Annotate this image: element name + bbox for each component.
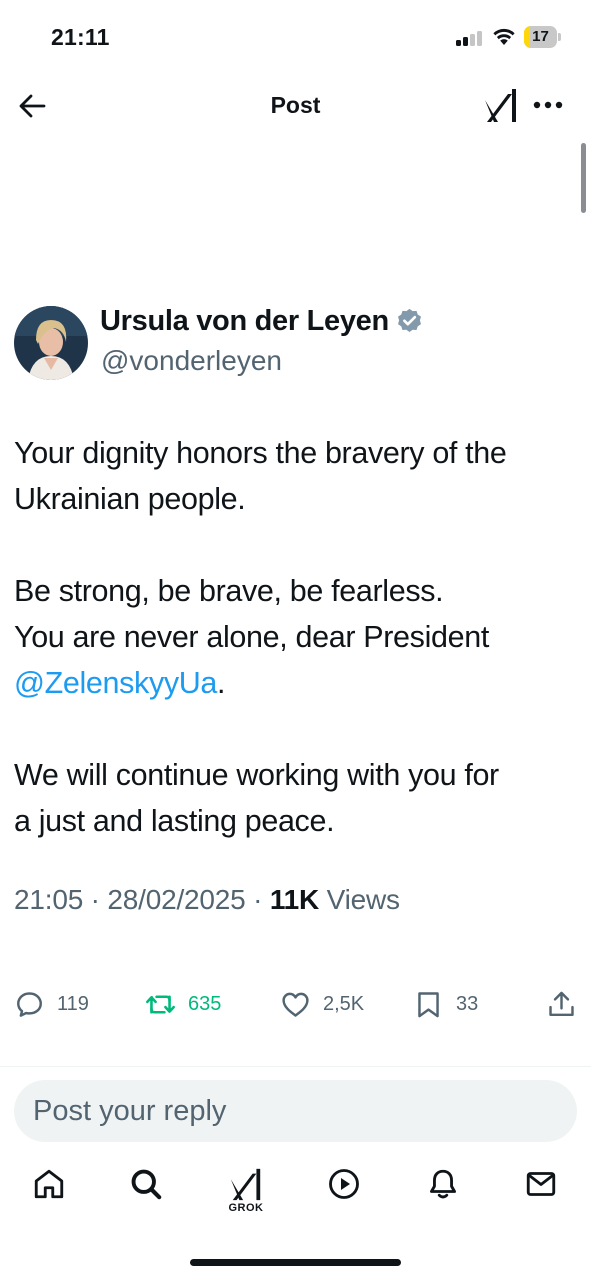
battery-icon: 17: [524, 26, 561, 48]
views-label: Views: [326, 884, 400, 915]
heart-icon: [282, 992, 309, 1017]
avatar[interactable]: [14, 306, 88, 380]
repost-icon: [146, 994, 175, 1014]
play-circle-icon: [329, 1169, 359, 1199]
post-date: 28/02/2025: [107, 884, 246, 915]
like-button[interactable]: 2,5K: [280, 980, 364, 1028]
meta-separator: ·: [253, 884, 263, 915]
post-text-line: Ukrainian people.: [14, 482, 246, 516]
post-text-line: You are never alone, dear President: [14, 620, 489, 654]
bookmark-count: 33: [456, 992, 479, 1015]
tab-notifications[interactable]: [419, 1166, 467, 1222]
bookmark-button[interactable]: 33: [413, 980, 478, 1028]
reply-icon: [17, 991, 42, 1017]
mention-link[interactable]: @ZelenskyyUa: [14, 666, 217, 700]
post-text-line: We will continue working with you for: [14, 758, 499, 792]
home-indicator[interactable]: [190, 1259, 401, 1266]
post-text: Your dignity honors the bravery of the U…: [14, 430, 584, 844]
status-bar: 21:11 17: [0, 0, 591, 72]
home-icon: [34, 1169, 64, 1199]
author-name[interactable]: Ursula von der Leyen: [100, 305, 424, 338]
post-time: 21:05: [14, 884, 84, 915]
reply-input[interactable]: Post your reply: [14, 1080, 577, 1142]
scroll-indicator[interactable]: [581, 143, 586, 213]
more-button[interactable]: [531, 90, 565, 120]
reply-placeholder: Post your reply: [33, 1095, 227, 1127]
verified-badge-icon: [397, 308, 421, 333]
post-text-line: Be strong, be brave, be fearless.: [14, 574, 444, 608]
search-icon: [131, 1169, 162, 1200]
grok-icon: [485, 89, 516, 122]
bell-icon: [430, 1169, 456, 1199]
signal-icon: [456, 30, 484, 46]
wifi-icon: [493, 28, 515, 45]
post-text-line: @ZelenskyyUa.: [14, 660, 584, 706]
meta-separator: ·: [90, 884, 100, 915]
divider: [0, 1066, 591, 1067]
reply-count: 119: [57, 992, 89, 1015]
bookmark-icon: [418, 991, 439, 1017]
tab-video[interactable]: [320, 1166, 368, 1222]
share-button[interactable]: [546, 980, 577, 1028]
tab-home[interactable]: [25, 1166, 73, 1222]
post-header: Post: [0, 72, 591, 138]
mention-suffix: .: [217, 666, 226, 700]
post-author: Ursula von der Leyen @vonderleyen: [14, 305, 574, 383]
tab-grok-label: GROK: [228, 1202, 264, 1214]
repost-button[interactable]: 635: [145, 980, 221, 1028]
status-time: 21:11: [51, 24, 110, 50]
author-handle[interactable]: @vonderleyen: [101, 345, 282, 377]
tab-search[interactable]: [122, 1166, 170, 1222]
post-text-line: a just and lasting peace.: [14, 804, 335, 838]
like-count: 2,5K: [323, 992, 365, 1015]
mail-icon: [526, 1172, 556, 1196]
author-name-text: Ursula von der Leyen: [100, 305, 389, 337]
post-meta: 21:05 · 28/02/2025 · 11K Views: [14, 884, 400, 916]
battery-level: 17: [532, 28, 549, 45]
tab-grok[interactable]: GROK: [222, 1166, 270, 1222]
tab-messages[interactable]: [517, 1166, 565, 1222]
more-horizontal-icon: [533, 101, 563, 109]
post-actions: 119 635 2,5K 33: [0, 980, 591, 1028]
repost-count: 635: [188, 992, 222, 1015]
views-count[interactable]: 11K: [270, 884, 319, 915]
tab-bar: GROK: [0, 1160, 591, 1230]
grok-icon: [230, 1168, 261, 1201]
reply-button[interactable]: 119: [14, 980, 89, 1028]
post-text-line: Your dignity honors the bravery of the: [14, 436, 507, 470]
grok-button[interactable]: [482, 86, 520, 124]
share-icon: [549, 991, 574, 1016]
